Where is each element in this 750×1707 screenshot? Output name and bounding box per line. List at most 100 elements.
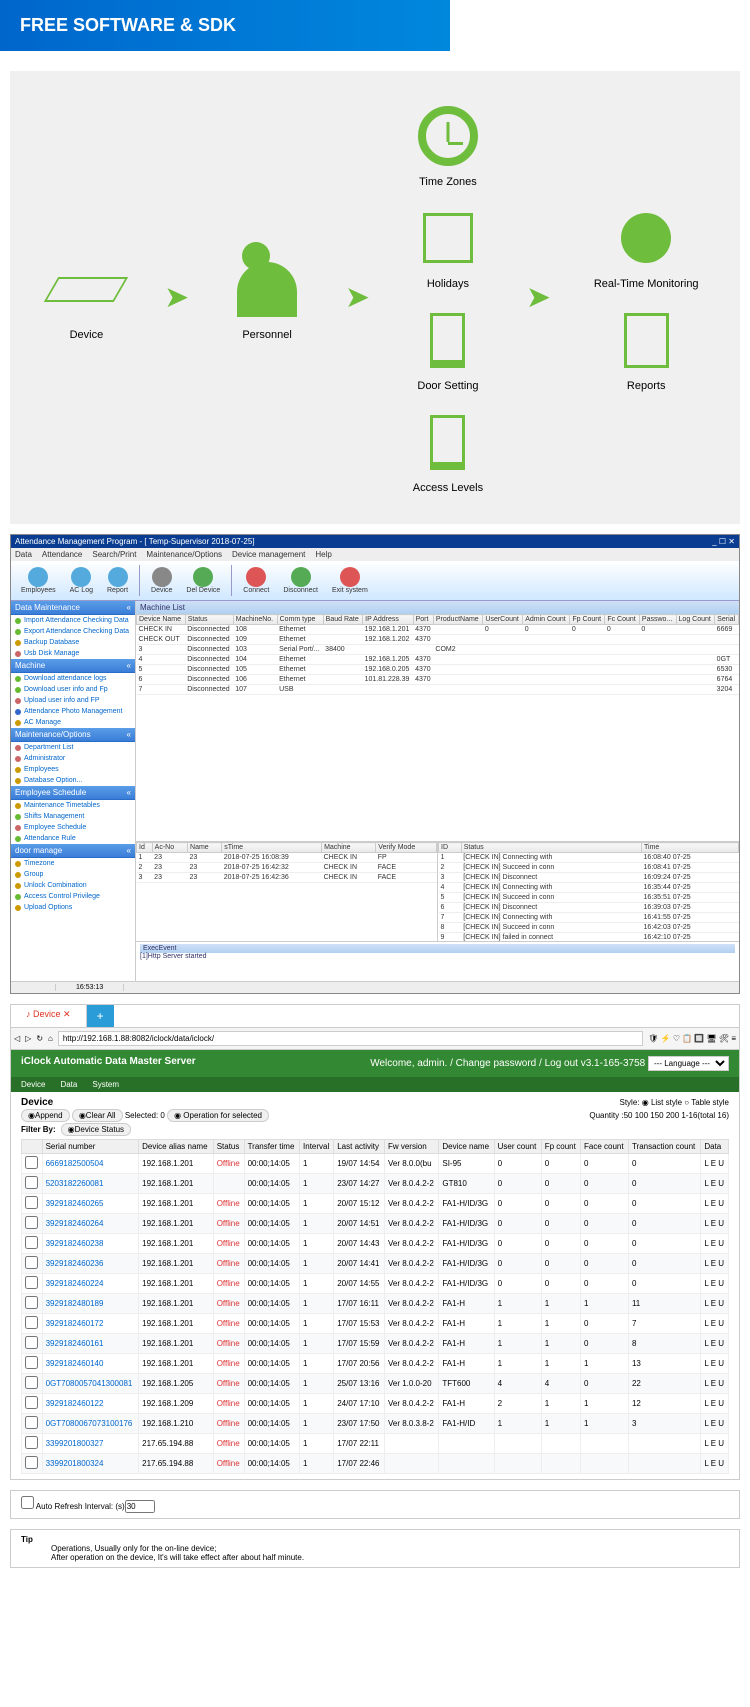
menu-item[interactable]: Device management	[232, 550, 305, 559]
toolbar-button[interactable]: Device	[145, 565, 178, 596]
sidebar-item[interactable]: Download attendance logs	[11, 673, 135, 684]
device-status-filter[interactable]: ◉Device Status	[61, 1123, 131, 1136]
sidebar-item[interactable]: Shifts Management	[11, 811, 135, 822]
url-input[interactable]: http://192.168.1.88:8082/iclock/data/icl…	[58, 1031, 643, 1046]
interval-input[interactable]	[125, 1500, 155, 1513]
workflow-diagram: Device ➤ Personnel ➤ Time Zones Holidays…	[10, 71, 740, 524]
row-checkbox[interactable]	[25, 1296, 38, 1309]
clear-button[interactable]: ◉Clear All	[72, 1109, 123, 1122]
append-button[interactable]: ◉Append	[21, 1109, 70, 1122]
menu-bar[interactable]: Data Attendance Search/Print Maintenance/Op…	[11, 548, 739, 561]
sidebar-section[interactable]: Maintenance/Options«	[11, 728, 135, 742]
toolbar-button[interactable]: Exit system	[326, 565, 374, 596]
nav-item[interactable]: Data	[60, 1080, 77, 1089]
row-checkbox[interactable]	[25, 1236, 38, 1249]
status-bar: 16:53:13	[11, 981, 739, 993]
node-doorsetting: Door Setting	[413, 305, 483, 392]
toolbar-button[interactable]: Del Device	[180, 565, 226, 596]
device-table[interactable]: Serial numberDevice alias nameStatusTran…	[21, 1139, 729, 1474]
row-checkbox[interactable]	[25, 1396, 38, 1409]
tab-device[interactable]: ♪ Device ✕	[11, 1005, 87, 1027]
node-personnel: Personnel	[232, 254, 302, 341]
sidebar-section[interactable]: Machine«	[11, 659, 135, 673]
sidebar-item[interactable]: AC Manage	[11, 717, 135, 728]
calendar-icon	[423, 213, 473, 263]
toolbar-button[interactable]: AC Log	[64, 565, 99, 596]
sidebar-item[interactable]: Backup Database	[11, 637, 135, 648]
row-checkbox[interactable]	[25, 1316, 38, 1329]
menu-item[interactable]: Search/Print	[92, 550, 136, 559]
toolbar-icons[interactable]: 🛡 ⚡ ♡ 📋 🔲 🖥 🛠 ≡	[648, 1034, 736, 1043]
row-checkbox[interactable]	[25, 1196, 38, 1209]
language-select[interactable]: --- Language ---	[648, 1056, 729, 1071]
sidebar-item[interactable]: Department List	[11, 742, 135, 753]
quantity-label[interactable]: Quantity :50 100 150 200 1-16(total 16)	[589, 1111, 729, 1120]
sidebar-section[interactable]: door manage«	[11, 844, 135, 858]
toolbar-button[interactable]: Disconnect	[277, 565, 324, 596]
sidebar-item[interactable]: Upload user info and FP	[11, 695, 135, 706]
row-checkbox[interactable]	[25, 1176, 38, 1189]
nav-back-icon[interactable]: ◁	[14, 1034, 20, 1043]
sidebar-item[interactable]: Attendance Photo Management	[11, 706, 135, 717]
nav-item[interactable]: System	[92, 1080, 119, 1089]
sidebar-section[interactable]: Data Maintenance«	[11, 601, 135, 615]
exec-event-panel: ExecEvent [1]Http Server started	[136, 941, 739, 981]
row-checkbox[interactable]	[25, 1416, 38, 1429]
welcome-text[interactable]: Welcome, admin. / Change password / Log …	[370, 1058, 645, 1069]
sidebar-item[interactable]: Export Attendance Checking Data	[11, 626, 135, 637]
operation-button[interactable]: ◉ Operation for selected	[167, 1109, 269, 1122]
sidebar-section[interactable]: Employee Schedule«	[11, 786, 135, 800]
device-icon	[44, 277, 128, 302]
menu-item[interactable]: Attendance	[42, 550, 82, 559]
sidebar-item[interactable]: Unlock Combination	[11, 880, 135, 891]
sidebar-item[interactable]: Usb Disk Manage	[11, 648, 135, 659]
sidebar-item[interactable]: Import Attendance Checking Data	[11, 615, 135, 626]
toolbar-button[interactable]: Connect	[237, 565, 275, 596]
browser-window: ♪ Device ✕ + ◁ ▷ ↻ ⌂ http://192.168.1.88…	[10, 1004, 740, 1480]
sidebar-item[interactable]: Attendance Rule	[11, 833, 135, 844]
toolbar-button[interactable]: Employees	[15, 565, 62, 596]
report-icon	[624, 313, 669, 368]
row-checkbox[interactable]	[25, 1216, 38, 1229]
menu-item[interactable]: Help	[315, 550, 331, 559]
row-checkbox[interactable]	[25, 1356, 38, 1369]
sidebar-item[interactable]: Database Option...	[11, 775, 135, 786]
home-icon[interactable]: ⌂	[48, 1034, 53, 1043]
row-checkbox[interactable]	[25, 1376, 38, 1389]
sidebar-item[interactable]: Access Control Privilege	[11, 891, 135, 902]
sidebar-item[interactable]: Timezone	[11, 858, 135, 869]
address-bar: ◁ ▷ ↻ ⌂ http://192.168.1.88:8082/iclock/…	[11, 1028, 739, 1050]
sidebar-item[interactable]: Employee Schedule	[11, 822, 135, 833]
nav-fwd-icon[interactable]: ▷	[25, 1034, 31, 1043]
refresh-icon[interactable]: ↻	[36, 1034, 43, 1043]
machine-list-header: Machine List	[136, 601, 739, 614]
style-toggle[interactable]: Style: ◉ List style ○ Table style	[619, 1098, 729, 1107]
menu-item[interactable]: Maintenance/Options	[146, 550, 222, 559]
toolbar: EmployeesAC LogReport DeviceDel Device Con…	[11, 561, 739, 601]
row-checkbox[interactable]	[25, 1276, 38, 1289]
sidebar-item[interactable]: Maintenance Timetables	[11, 800, 135, 811]
monitor-icon	[621, 213, 671, 263]
sidebar-item[interactable]: Group	[11, 869, 135, 880]
menu-item[interactable]: Data	[15, 550, 32, 559]
row-checkbox[interactable]	[25, 1456, 38, 1469]
new-tab-button[interactable]: +	[87, 1005, 114, 1027]
window-controls[interactable]: _ ☐ ✕	[712, 537, 735, 546]
log-grid[interactable]: IdAc-NoNamesTimeMachineVerify Mode123232…	[136, 842, 438, 941]
status-grid[interactable]: IDStatusTime1[CHECK IN] Connecting with1…	[438, 842, 739, 941]
row-checkbox[interactable]	[25, 1256, 38, 1269]
sidebar-item[interactable]: Employees	[11, 764, 135, 775]
nav-item[interactable]: Device	[21, 1080, 45, 1089]
row-checkbox[interactable]	[25, 1156, 38, 1169]
auto-refresh-checkbox[interactable]	[21, 1496, 34, 1509]
app-nav[interactable]: Device Data System	[11, 1077, 739, 1092]
sidebar-item[interactable]: Administrator	[11, 753, 135, 764]
toolbar-button[interactable]: Report	[101, 565, 134, 596]
sidebar-item[interactable]: Upload Options	[11, 902, 135, 913]
machine-list-grid[interactable]: Device NameStatusMachineNo.Comm typeBaud…	[136, 614, 739, 841]
selected-count: Selected: 0	[125, 1111, 165, 1120]
row-checkbox[interactable]	[25, 1436, 38, 1449]
node-monitoring: Real-Time Monitoring	[594, 203, 699, 290]
sidebar-item[interactable]: Download user info and Fp	[11, 684, 135, 695]
row-checkbox[interactable]	[25, 1336, 38, 1349]
